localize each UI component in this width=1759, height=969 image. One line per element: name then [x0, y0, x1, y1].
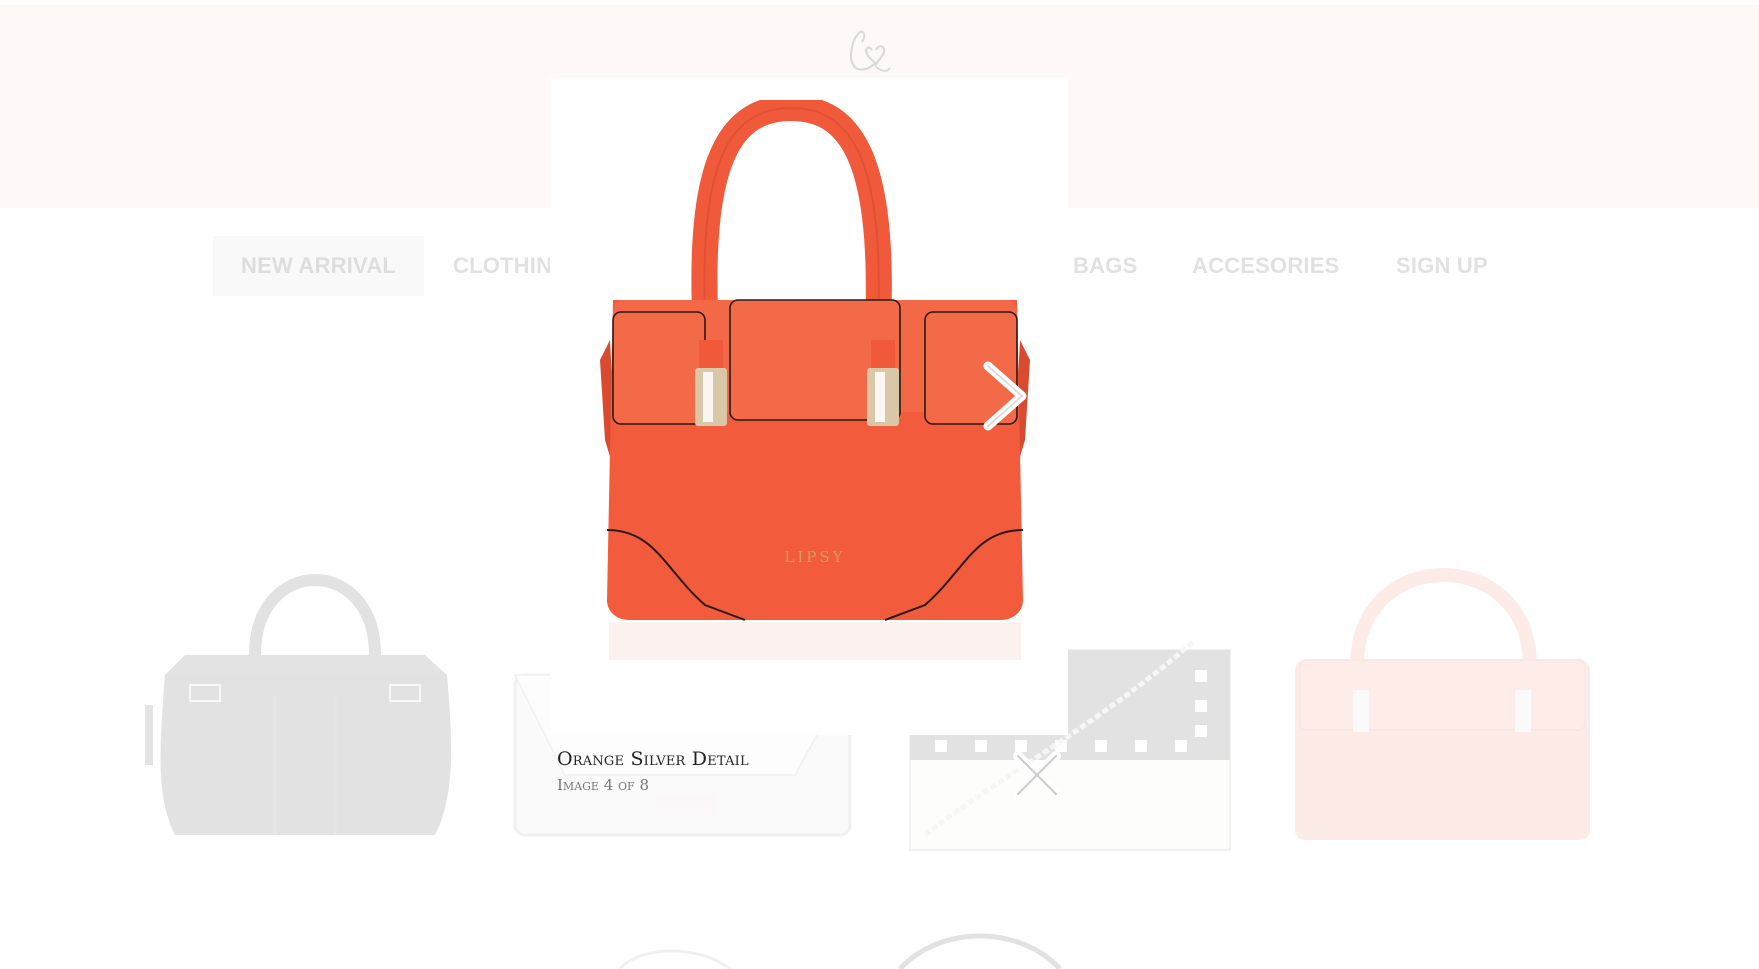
- bag-brand-logo: LIPSY: [784, 548, 845, 566]
- lightbox-product-image: LIPSY: [600, 100, 1030, 660]
- close-icon[interactable]: [1010, 748, 1064, 802]
- chevron-right-icon[interactable]: [978, 360, 1030, 432]
- lightbox-caption: Orange Silver Detail Image 4 of 8: [557, 748, 957, 794]
- caption-title: Orange Silver Detail: [557, 748, 749, 770]
- image-counter: Image 4 of 8: [557, 776, 649, 794]
